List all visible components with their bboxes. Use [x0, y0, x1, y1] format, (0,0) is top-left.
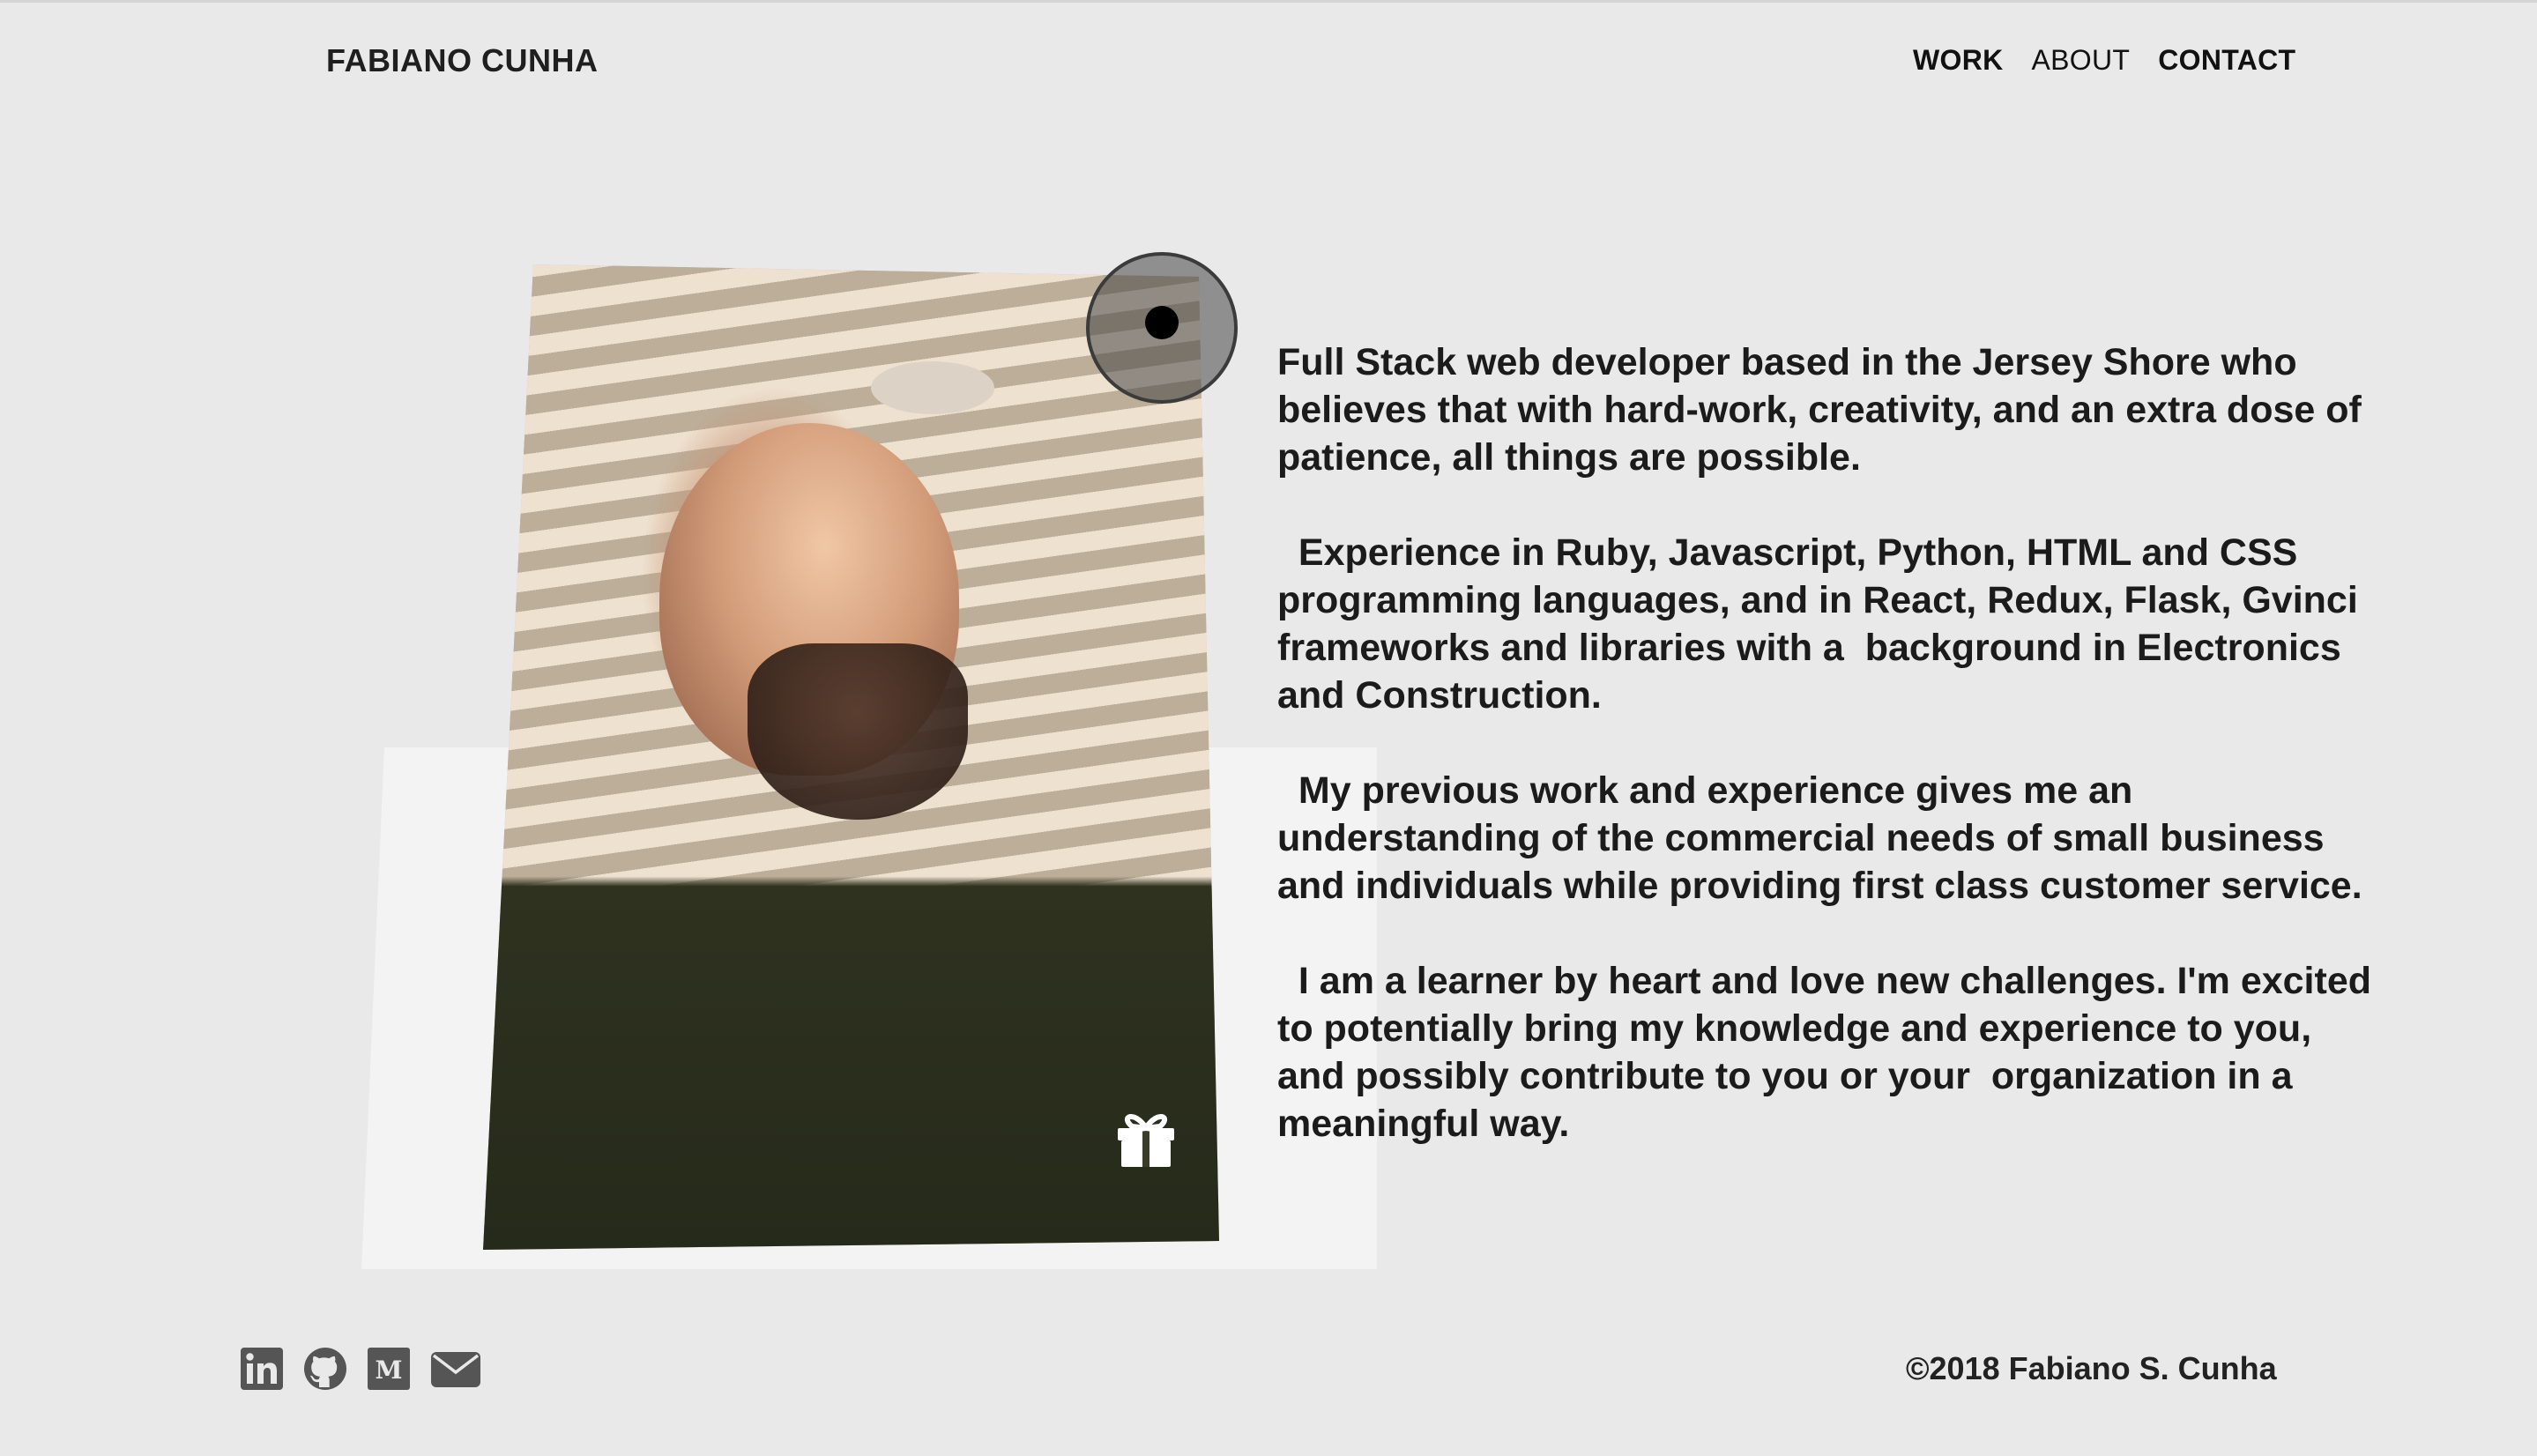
github-icon[interactable] [303, 1347, 347, 1391]
ceiling-light [871, 361, 994, 414]
nav-about-link[interactable]: ABOUT [2032, 44, 2131, 77]
about-bio: Full Stack web developer based in the Je… [1277, 338, 2379, 1195]
email-icon[interactable] [430, 1347, 481, 1391]
bio-paragraph-1: Full Stack web developer based in the Je… [1277, 341, 2372, 479]
svg-text:M: M [376, 1356, 403, 1385]
linkedin-icon[interactable] [240, 1347, 284, 1391]
bio-paragraph-2: Experience in Ruby, Javascript, Python, … [1277, 531, 2369, 717]
record-indicator-button[interactable] [1086, 252, 1238, 404]
profile-photo [483, 264, 1219, 1250]
record-dot-icon [1145, 306, 1179, 339]
bio-paragraph-4: I am a learner by heart and love new cha… [1277, 960, 2382, 1145]
photo-beard [748, 643, 968, 820]
bio-paragraph-3: My previous work and experience gives me… [1277, 769, 2362, 907]
copyright-text: ©2018 Fabiano S. Cunha [1906, 1350, 2277, 1386]
social-links: M [240, 1347, 481, 1391]
top-border [0, 0, 2537, 3]
medium-icon[interactable]: M [367, 1347, 411, 1391]
main-nav: WORK ABOUT CONTACT [1913, 44, 2295, 77]
gift-icon[interactable] [1112, 1107, 1179, 1169]
brand-logo-link[interactable]: FABIANO CUNHA [326, 42, 599, 79]
nav-work-link[interactable]: WORK [1913, 44, 2004, 77]
nav-contact-link[interactable]: CONTACT [2158, 44, 2295, 77]
